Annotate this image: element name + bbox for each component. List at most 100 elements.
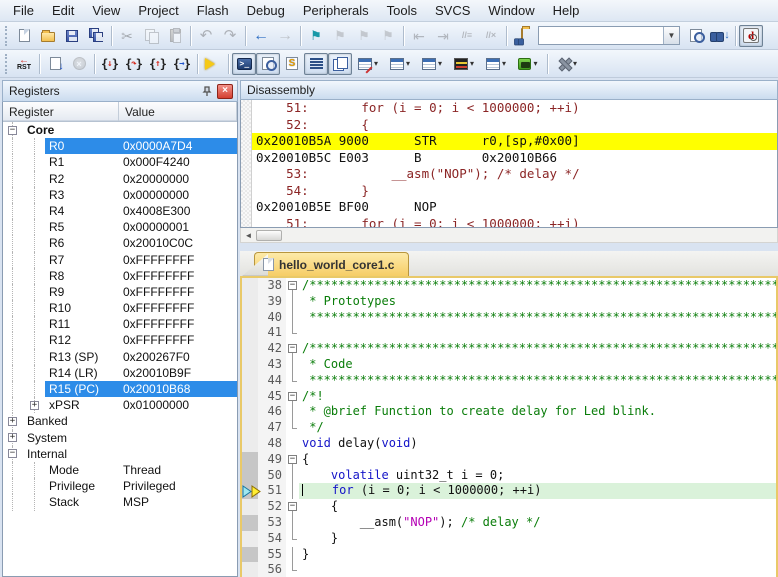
register-row-xpsr[interactable]: +xPSR0x01000000 [3,397,237,413]
fold-margin[interactable] [286,373,299,389]
save-button[interactable] [60,25,84,47]
dropdown-arrow-icon[interactable]: ▾ [502,59,506,68]
fold-collapse-icon[interactable]: − [288,392,297,401]
run-to-cursor-line-button[interactable]: {→} [170,53,194,75]
register-row-privilege[interactable]: PrivilegePrivileged [3,478,237,494]
fold-margin[interactable] [286,420,299,436]
register-row-mode[interactable]: ModeThread [3,462,237,478]
code-text[interactable]: /***************************************… [299,278,776,294]
code-line-44[interactable]: 44 *************************************… [242,373,776,389]
fold-margin[interactable] [286,483,299,499]
menu-tools[interactable]: Tools [378,1,426,20]
column-header-value[interactable]: Value [119,102,237,121]
horizontal-splitter[interactable] [240,243,778,251]
fold-margin[interactable]: − [286,499,299,515]
register-row-r11[interactable]: R110xFFFFFFFF [3,316,237,332]
fold-margin[interactable] [286,468,299,484]
register-row-r8[interactable]: R80xFFFFFFFF [3,268,237,284]
fold-margin[interactable] [286,547,299,563]
menu-debug[interactable]: Debug [238,1,294,20]
editor-margin[interactable] [242,436,258,452]
expand-icon[interactable]: + [8,433,17,442]
copy-button[interactable] [139,25,163,47]
run-button[interactable] [43,53,67,75]
menu-peripherals[interactable]: Peripherals [294,1,378,20]
fold-margin[interactable] [286,436,299,452]
editor-margin[interactable] [242,373,258,389]
expand-icon[interactable]: + [8,417,17,426]
fold-collapse-icon[interactable]: − [288,455,297,464]
menu-svcs[interactable]: SVCS [426,1,479,20]
register-row-stack[interactable]: StackMSP [3,494,237,510]
step-out-button[interactable]: {↑} [146,53,170,75]
editor-margin-code-block[interactable] [242,547,258,563]
register-row-r0[interactable]: R00x0000A7D4 [3,138,237,154]
register-row-r5[interactable]: R50x00000001 [3,219,237,235]
register-row-core[interactable]: −Core [3,122,237,138]
fold-margin[interactable] [286,562,299,577]
code-text[interactable]: * @brief Function to create delay for Le… [299,404,776,420]
code-text[interactable]: __asm("NOP"); /* delay */ [299,515,776,531]
next-bookmark-button[interactable]: ⚑ [352,25,376,47]
menu-help[interactable]: Help [544,1,589,20]
register-row-r13-sp[interactable]: R13 (SP)0x200267F0 [3,349,237,365]
system-viewer-button[interactable]: ▾ [512,53,544,75]
fold-collapse-icon[interactable]: − [288,281,297,290]
code-text[interactable]: void delay(void) [299,436,776,452]
disassembly-view[interactable]: 51: for (i = 0; i < 1000000; ++i) 52: { … [240,100,778,228]
editor-margin[interactable] [242,562,258,577]
code-text[interactable]: { [299,499,776,515]
unindent-button[interactable]: ⇤ [407,25,431,47]
dropdown-arrow-icon[interactable]: ▾ [374,59,378,68]
fold-margin[interactable] [286,404,299,420]
register-row-r2[interactable]: R20x20000000 [3,171,237,187]
code-text[interactable]: */ [299,420,776,436]
code-line-49[interactable]: 49−{ [242,452,776,468]
register-row-r6[interactable]: R60x20010C0C [3,235,237,251]
search-combobox[interactable]: ▼ [538,26,680,45]
combobox-dropdown-icon[interactable]: ▼ [663,27,679,44]
editor-margin[interactable] [242,499,258,515]
code-text[interactable]: { [299,452,776,468]
fold-margin[interactable] [286,325,299,341]
disassembly-hscrollbar[interactable]: ◄ [240,228,778,243]
code-text[interactable]: ****************************************… [299,310,776,326]
editor-margin[interactable] [242,278,258,294]
code-line-52[interactable]: 52− { [242,499,776,515]
editor-margin[interactable] [242,389,258,405]
symbols-window-button[interactable]: S [280,53,304,75]
menu-flash[interactable]: Flash [188,1,238,20]
command-window-button[interactable]: >_ [232,53,256,75]
register-row-internal[interactable]: −Internal [3,446,237,462]
code-line-38[interactable]: 38−/************************************… [242,278,776,294]
stop-button[interactable]: × [67,53,91,75]
code-editor[interactable]: 38−/************************************… [240,278,778,577]
disassembly-line[interactable]: 53: __asm("NOP"); /* delay */ [252,166,777,183]
register-row-r4[interactable]: R40x4008E300 [3,203,237,219]
find-button[interactable]: ↓ [708,25,732,47]
register-row-r1[interactable]: R10x000F4240 [3,154,237,170]
register-row-r7[interactable]: R70xFFFFFFFF [3,252,237,268]
code-text[interactable]: /***************************************… [299,341,776,357]
code-text[interactable]: volatile uint32_t i = 0; [299,468,776,484]
disassembly-line[interactable]: 0x20010B5E BF00 NOP [252,199,777,216]
paste-button[interactable] [163,25,187,47]
scroll-left-arrow-icon[interactable]: ◄ [241,229,256,242]
code-line-43[interactable]: 43 * Code [242,357,776,373]
code-line-53[interactable]: 53 __asm("NOP"); /* delay */ [242,515,776,531]
fold-collapse-icon[interactable]: − [288,502,297,511]
redo-button[interactable]: ↷ [218,25,242,47]
clear-bookmarks-button[interactable]: ⚑ [376,25,400,47]
register-row-r12[interactable]: R120xFFFFFFFF [3,332,237,348]
fold-margin[interactable]: − [286,341,299,357]
scrollbar-thumb[interactable] [256,230,282,241]
registers-window-button[interactable] [304,53,328,75]
disassembly-line[interactable]: 51: for (i = 0; i < 1000000; ++i) [252,216,777,228]
fold-margin[interactable] [286,531,299,547]
menu-file[interactable]: File [4,1,43,20]
code-line-45[interactable]: 45−/*! [242,389,776,405]
code-line-41[interactable]: 41 [242,325,776,341]
code-line-39[interactable]: 39 * Prototypes [242,294,776,310]
code-text[interactable]: } [299,547,776,563]
disassembly-current-instruction[interactable]: 0x20010B5A 9000 STR r0,[sp,#0x00] [252,133,777,150]
